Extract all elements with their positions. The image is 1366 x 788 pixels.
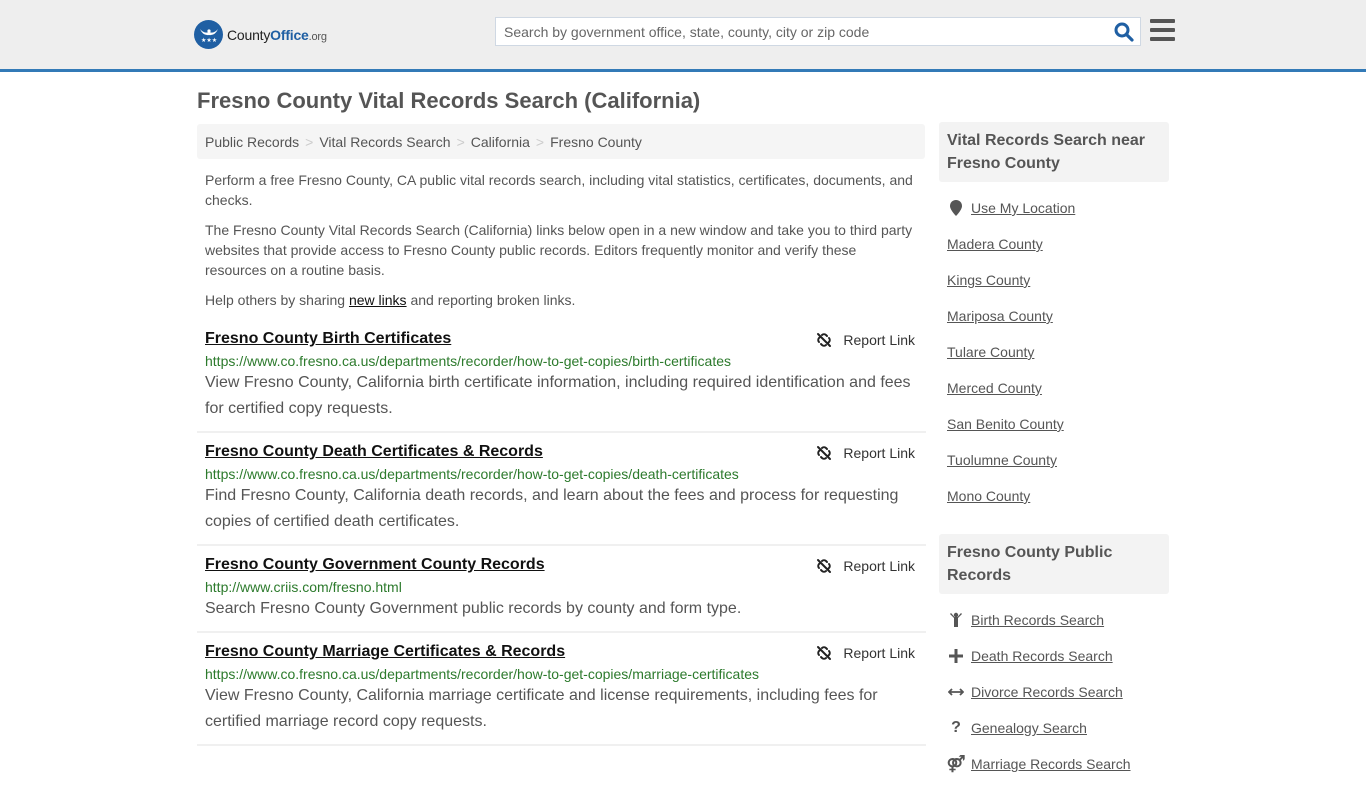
nearby-heading: Vital Records Search near Fresno County bbox=[939, 122, 1169, 182]
nearby-county-item: Merced County bbox=[947, 370, 1161, 406]
intro-paragraph-2: The Fresno County Vital Records Search (… bbox=[205, 222, 913, 278]
public-record-item: ⚤ Marriage Records Search bbox=[947, 746, 1161, 782]
public-record-item: Birth Records Search bbox=[947, 602, 1161, 638]
gender-symbol-icon: ⚤ bbox=[946, 756, 966, 773]
breadcrumb-separator: > bbox=[305, 134, 314, 150]
page-title: Fresno County Vital Records Search (Cali… bbox=[197, 88, 701, 113]
county-link-madera[interactable]: Madera County bbox=[947, 236, 1043, 252]
report-link-button[interactable]: Report Link bbox=[816, 645, 915, 661]
site-header: ★★★ CountyOffice.org bbox=[0, 0, 1366, 72]
result-url: https://www.co.fresno.ca.us/departments/… bbox=[205, 466, 739, 482]
intro-paragraph-3: Help others by sharing new links and rep… bbox=[205, 292, 576, 308]
eagle-logo-icon: ★★★ bbox=[194, 20, 223, 49]
breadcrumb-california[interactable]: California bbox=[471, 134, 530, 150]
result-url: http://www.criis.com/fresno.html bbox=[205, 579, 402, 595]
report-link-button[interactable]: Report Link bbox=[816, 332, 915, 348]
breadcrumb-fresno-county[interactable]: Fresno County bbox=[550, 134, 642, 150]
report-link-button[interactable]: Report Link bbox=[816, 558, 915, 574]
county-link-san-benito[interactable]: San Benito County bbox=[947, 416, 1064, 432]
death-records-search-link[interactable]: Death Records Search bbox=[971, 648, 1113, 664]
logo-text: CountyOffice.org bbox=[227, 26, 327, 43]
intro-text: Perform a free Fresno County, CA public … bbox=[205, 170, 920, 320]
county-link-mono[interactable]: Mono County bbox=[947, 488, 1030, 504]
result-item: Fresno County Government County Records … bbox=[197, 546, 926, 633]
broken-link-icon bbox=[817, 559, 832, 573]
marriage-records-search-link[interactable]: Marriage Records Search bbox=[971, 756, 1131, 772]
result-title-link[interactable]: Fresno County Birth Certificates bbox=[205, 330, 451, 348]
question-icon: ? bbox=[951, 719, 961, 736]
result-description: Find Fresno County, California death rec… bbox=[205, 487, 899, 530]
breadcrumb-separator: > bbox=[535, 134, 545, 150]
child-icon bbox=[947, 612, 965, 628]
result-title-link[interactable]: Fresno County Death Certificates & Recor… bbox=[205, 443, 543, 461]
search-input[interactable] bbox=[496, 18, 1106, 45]
county-link-tuolumne[interactable]: Tuolumne County bbox=[947, 452, 1057, 468]
breadcrumb-vital-records-search[interactable]: Vital Records Search bbox=[319, 134, 450, 150]
divorce-records-search-link[interactable]: Divorce Records Search bbox=[971, 684, 1123, 700]
county-link-kings[interactable]: Kings County bbox=[947, 272, 1030, 288]
result-item: Fresno County Marriage Certificates & Re… bbox=[197, 633, 926, 746]
result-title-link[interactable]: Fresno County Government County Records bbox=[205, 556, 545, 574]
results-list: Fresno County Birth Certificates Report … bbox=[197, 320, 926, 746]
result-item: Fresno County Death Certificates & Recor… bbox=[197, 433, 926, 546]
broken-link-icon bbox=[817, 646, 832, 660]
result-description: View Fresno County, California birth cer… bbox=[205, 374, 911, 417]
breadcrumb: Public Records > Vital Records Search > Cali… bbox=[197, 124, 925, 159]
search-button[interactable] bbox=[1114, 22, 1134, 42]
genealogy-search-link[interactable]: Genealogy Search bbox=[971, 720, 1087, 736]
nearby-county-item: Kings County bbox=[947, 262, 1161, 298]
sidebar: Vital Records Search near Fresno County … bbox=[939, 122, 1169, 788]
broken-link-icon bbox=[817, 446, 832, 460]
public-records-heading: Fresno County Public Records bbox=[939, 534, 1169, 594]
report-link-button[interactable]: Report Link bbox=[816, 445, 915, 461]
broken-link-icon bbox=[817, 333, 832, 347]
use-my-location-item: Use My Location bbox=[947, 190, 1161, 226]
nearby-county-item: Mariposa County bbox=[947, 298, 1161, 334]
new-links-link[interactable]: new links bbox=[349, 292, 407, 308]
nearby-county-item: Mono County bbox=[947, 478, 1161, 514]
arrows-horizontal-icon bbox=[947, 687, 965, 697]
intro-paragraph-1: Perform a free Fresno County, CA public … bbox=[205, 172, 913, 208]
search-box bbox=[495, 17, 1141, 46]
county-link-mariposa[interactable]: Mariposa County bbox=[947, 308, 1053, 324]
nearby-county-item: San Benito County bbox=[947, 406, 1161, 442]
use-my-location-link[interactable]: Use My Location bbox=[971, 200, 1075, 216]
public-records-list: Birth Records Search Death Records Searc… bbox=[939, 594, 1169, 788]
nearby-county-item: Tuolumne County bbox=[947, 442, 1161, 478]
public-record-item: Death Records Search bbox=[947, 638, 1161, 674]
birth-records-search-link[interactable]: Birth Records Search bbox=[971, 612, 1104, 628]
plus-icon bbox=[947, 649, 965, 663]
hamburger-menu-icon[interactable] bbox=[1150, 19, 1175, 41]
breadcrumb-public-records[interactable]: Public Records bbox=[205, 134, 299, 150]
map-marker-icon bbox=[947, 200, 965, 216]
result-url: https://www.co.fresno.ca.us/departments/… bbox=[205, 353, 731, 369]
result-description: View Fresno County, California marriage … bbox=[205, 687, 878, 730]
result-title-link[interactable]: Fresno County Marriage Certificates & Re… bbox=[205, 643, 565, 661]
svg-text:★★★: ★★★ bbox=[201, 37, 217, 44]
county-link-merced[interactable]: Merced County bbox=[947, 380, 1042, 396]
breadcrumb-separator: > bbox=[456, 134, 465, 150]
result-url: https://www.co.fresno.ca.us/departments/… bbox=[205, 666, 760, 682]
search-icon bbox=[1114, 22, 1134, 42]
result-description: Search Fresno County Government public r… bbox=[205, 600, 742, 617]
nearby-county-item: Tulare County bbox=[947, 334, 1161, 370]
logo-link[interactable]: ★★★ CountyOffice.org bbox=[194, 20, 327, 49]
nearby-county-item: Madera County bbox=[947, 226, 1161, 262]
public-record-item: Divorce Records Search bbox=[947, 674, 1161, 710]
nearby-list: Use My Location Madera County Kings Coun… bbox=[939, 182, 1169, 520]
public-record-item: ? Genealogy Search bbox=[947, 710, 1161, 746]
county-link-tulare[interactable]: Tulare County bbox=[947, 344, 1034, 360]
result-item: Fresno County Birth Certificates Report … bbox=[197, 320, 926, 433]
